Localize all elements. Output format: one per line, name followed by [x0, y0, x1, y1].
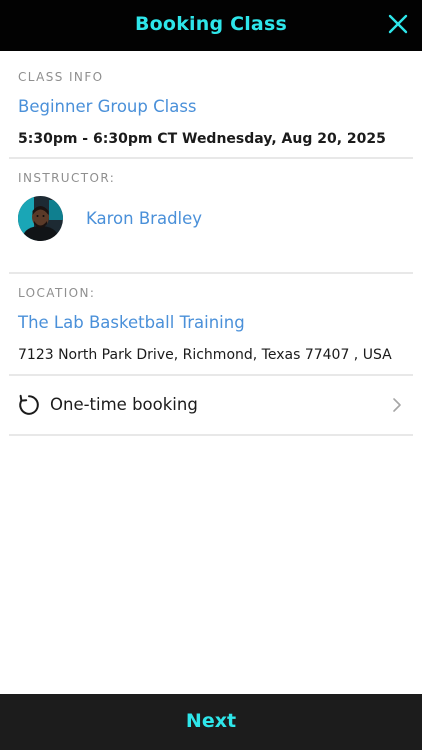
divider	[9, 272, 413, 274]
divider	[9, 434, 413, 436]
location-label: LOCATION:	[18, 286, 96, 300]
class-info-label: CLASS INFO	[18, 70, 104, 84]
booking-type-row[interactable]: One-time booking	[9, 377, 413, 434]
divider	[9, 374, 413, 376]
next-button[interactable]: Next	[0, 694, 422, 750]
booking-type-label: One-time booking	[50, 395, 198, 414]
location-address: 7123 North Park Drive, Richmond, Texas 7…	[18, 347, 392, 363]
divider	[9, 157, 413, 159]
page-title: Booking Class	[135, 13, 287, 35]
instructor-label: INSTRUCTOR:	[18, 171, 116, 185]
class-name-link[interactable]: Beginner Group Class	[18, 97, 197, 116]
chevron-right-icon	[393, 398, 401, 412]
close-button[interactable]	[386, 12, 410, 36]
close-icon	[388, 14, 408, 34]
avatar[interactable]	[18, 196, 63, 241]
next-button-label: Next	[185, 710, 237, 732]
location-name-link[interactable]: The Lab Basketball Training	[18, 313, 245, 332]
refresh-icon	[19, 394, 39, 415]
class-schedule: 5:30pm - 6:30pm CT Wednesday, Aug 20, 20…	[18, 131, 386, 147]
header-bar: Booking Class	[0, 0, 422, 51]
instructor-name-link[interactable]: Karon Bradley	[86, 209, 202, 228]
